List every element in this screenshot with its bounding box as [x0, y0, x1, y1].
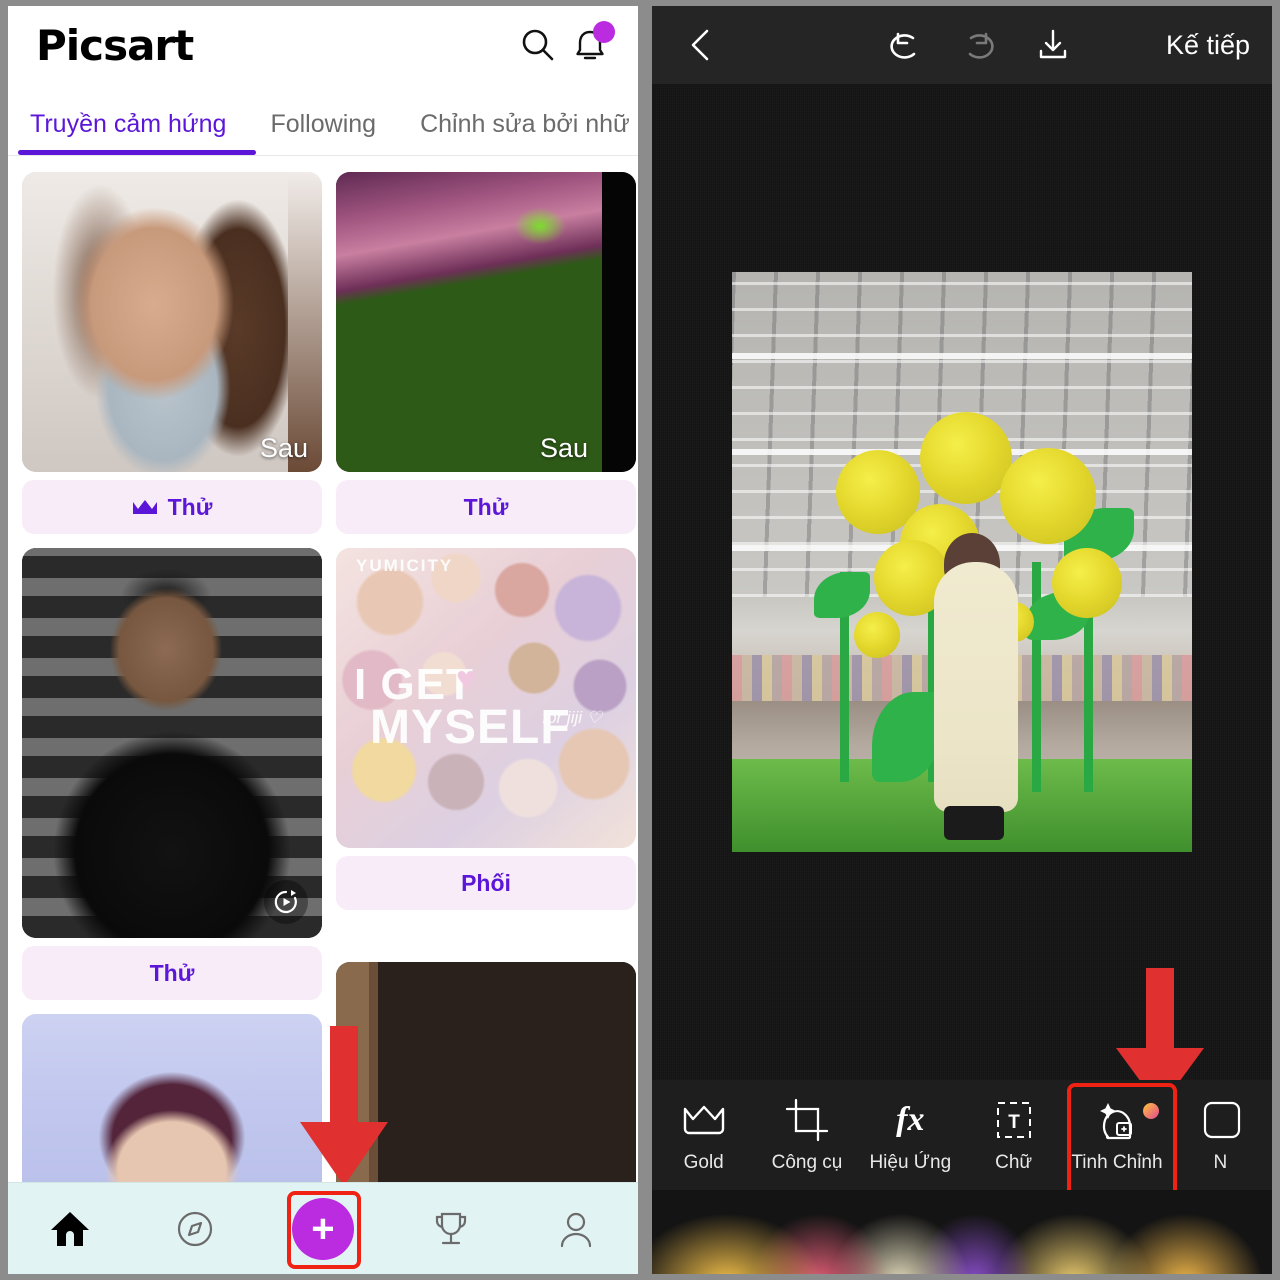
picsart-logo: Picsart: [36, 20, 194, 70]
collage-watermark: YUMICITY: [356, 556, 454, 575]
card-fantasy-umbrella[interactable]: Sau: [336, 172, 636, 472]
yellow-rose: [1000, 448, 1096, 544]
feed-column-right-2: YUMICITY I GET ♥ MYSELF for jiji ♡ Phối: [336, 548, 636, 910]
feed-column-left-2: Thử: [22, 548, 322, 1000]
crown-icon: [132, 499, 157, 514]
home-icon: [51, 1211, 90, 1246]
sticker-icon: [1197, 1097, 1243, 1143]
picsart-feed-screen: Picsart Truyền cảm hứng Following Chỉnh …: [8, 6, 638, 1274]
collage-credit: for jiji ♡: [542, 708, 602, 727]
card-smiling-woman[interactable]: Sau: [22, 172, 322, 472]
search-icon: [522, 29, 554, 61]
notifications-button[interactable]: [564, 19, 616, 71]
editor-header: Kế tiếp: [652, 6, 1272, 84]
tool-label: Chữ: [995, 1151, 1033, 1173]
person-dress: [934, 562, 1019, 812]
card-man-leather-jacket[interactable]: [22, 548, 322, 938]
card-image: [336, 172, 636, 472]
fx-icon: fx: [896, 1100, 925, 1138]
card-image: [22, 548, 322, 938]
tool-label: N: [1213, 1151, 1228, 1173]
collage-line-2: MYSELF: [370, 701, 571, 754]
redo-icon: [968, 32, 994, 59]
chevron-left-icon: [691, 29, 709, 61]
trophy-icon: [435, 1212, 466, 1244]
tab-inspiration[interactable]: Truyền cảm hứng: [30, 110, 226, 155]
crown-icon: [681, 1097, 727, 1143]
tool-effects[interactable]: fx Hiệu Ứng: [859, 1097, 962, 1174]
compass-icon: [178, 1211, 213, 1246]
feed-column-right: Sau Thử: [336, 172, 636, 534]
create-button-highlight: [286, 1190, 361, 1269]
editor-toolbar[interactable]: Gold Công cụ fx Hiệu Ứng T Chữ Tinh Chỉn…: [652, 1080, 1272, 1209]
heart-icon: ♥: [456, 660, 477, 698]
replay-button[interactable]: [264, 880, 308, 924]
search-button[interactable]: [512, 19, 564, 71]
bottom-navigation: +: [8, 1182, 638, 1274]
feed-tabs: Truyền cảm hứng Following Chỉnh sửa bởi …: [8, 84, 638, 156]
nav-home[interactable]: [25, 1194, 115, 1264]
edited-photo[interactable]: [732, 272, 1192, 852]
tool-label: Gold: [683, 1151, 724, 1173]
before-after-strip: [602, 172, 636, 472]
card-image: YUMICITY I GET ♥ MYSELF for jiji ♡: [336, 548, 636, 848]
feed-column-left: Sau Thử: [22, 172, 322, 534]
nav-challenges[interactable]: [406, 1194, 496, 1264]
notification-dot: [593, 21, 615, 43]
try-button-1[interactable]: Thử: [22, 480, 322, 534]
text-icon: T: [991, 1097, 1037, 1143]
nav-discover[interactable]: [150, 1194, 240, 1264]
undo-button[interactable]: [875, 15, 935, 75]
back-button[interactable]: [670, 15, 730, 75]
person-icon: [560, 1212, 591, 1247]
picsart-editor-screen: Kế tiếp Gold Công cụ fx Hiệu Ứng T Chữ T…: [652, 6, 1272, 1274]
tool-label: Hiệu Ứng: [869, 1151, 952, 1173]
flower-stem: [1032, 562, 1041, 792]
try-button-label: Thử: [463, 493, 509, 520]
yellow-rose: [854, 612, 900, 658]
active-tab-underline: [18, 150, 256, 155]
screenshot-stage: Picsart Truyền cảm hứng Following Chỉnh …: [0, 0, 1280, 1280]
mix-button-label: Phối: [461, 869, 511, 896]
yellow-rose: [920, 412, 1012, 504]
feed-header: Picsart: [8, 6, 638, 84]
replay-icon: [274, 890, 297, 914]
nav-profile[interactable]: [531, 1194, 621, 1264]
tool-label: Công cụ: [771, 1151, 843, 1173]
svg-text:T: T: [1008, 1112, 1020, 1133]
try-button-3[interactable]: Thử: [22, 946, 322, 1000]
photo-canvas[interactable]: [652, 84, 1272, 1108]
try-button-2[interactable]: Thử: [336, 480, 636, 534]
download-button[interactable]: [1023, 15, 1083, 75]
tab-edited-by[interactable]: Chỉnh sửa bởi nhữ: [420, 110, 630, 155]
tool-more[interactable]: N: [1169, 1097, 1272, 1174]
redo-button[interactable]: [949, 15, 1009, 75]
tool-tools[interactable]: Công cụ: [755, 1097, 858, 1174]
undo-icon: [890, 32, 916, 59]
bottom-color-strip: [652, 1190, 1272, 1274]
tool-retouch[interactable]: Tinh Chỉnh: [1065, 1082, 1178, 1209]
tab-following[interactable]: Following: [270, 110, 376, 155]
next-button[interactable]: Kế tiếp: [1166, 30, 1254, 61]
card-collage[interactable]: YUMICITY I GET ♥ MYSELF for jiji ♡: [336, 548, 636, 848]
try-button-label: Thử: [167, 493, 213, 520]
feed-row-2: Thử YUMICITY I GET ♥ MYSELF for jiji ♡ P…: [22, 548, 636, 1000]
download-icon: [1039, 29, 1067, 59]
person-boots: [943, 806, 1004, 841]
crop-icon: [784, 1097, 830, 1143]
mix-button[interactable]: Phối: [336, 856, 636, 910]
yellow-rose: [1052, 548, 1122, 618]
after-label: Sau: [539, 433, 588, 463]
tool-gold[interactable]: Gold: [652, 1097, 755, 1174]
try-button-label: Thử: [149, 959, 195, 986]
tool-text[interactable]: T Chữ: [962, 1097, 1065, 1174]
nav-create[interactable]: +: [275, 1185, 371, 1273]
after-label: Sau: [259, 433, 308, 463]
arrow-to-create-button: [296, 1026, 392, 1194]
feed-row-1: Sau Thử Sau Thử: [22, 172, 636, 534]
before-after-strip: [288, 172, 322, 472]
card-image: [22, 172, 322, 472]
